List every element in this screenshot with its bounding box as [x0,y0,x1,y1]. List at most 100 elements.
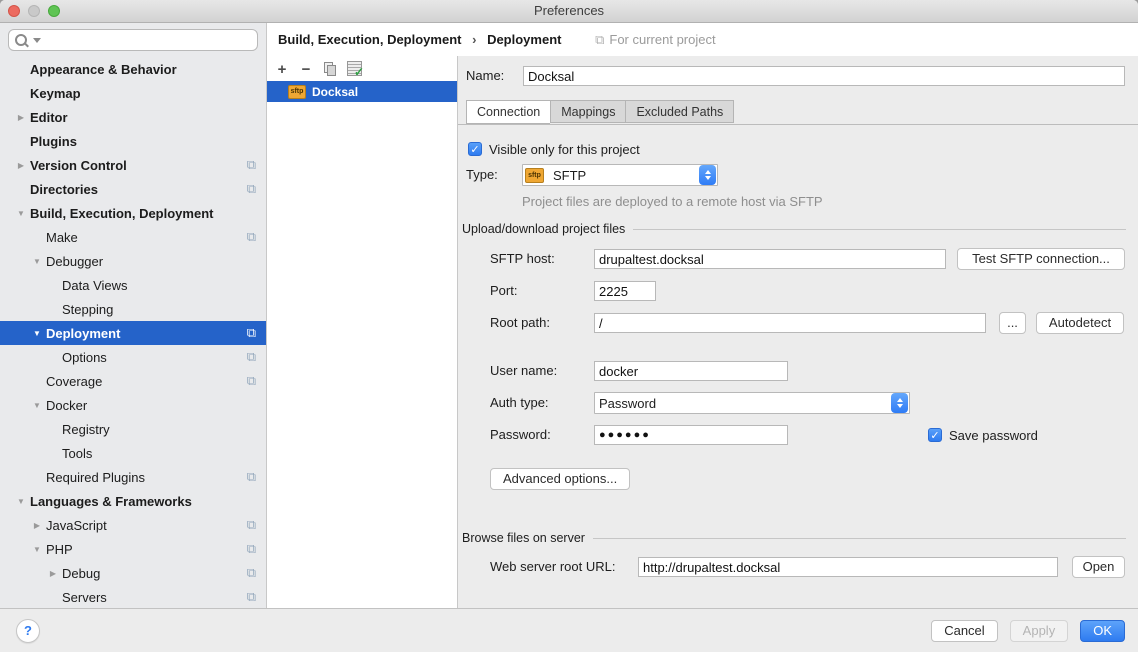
sidebar-item-label: Keymap [30,86,256,101]
test-sftp-connection-button[interactable]: Test SFTP connection... [957,248,1125,270]
password-input[interactable] [594,425,788,445]
copy-server-button[interactable] [323,62,337,79]
sidebar-item-label: Plugins [30,134,256,149]
chevron-right-icon[interactable]: ▶ [44,569,62,578]
sidebar-item-build-execution-deployment[interactable]: ▼Build, Execution, Deployment [0,201,266,225]
web-root-input[interactable] [638,557,1058,577]
browse-section-header: Browse files on server [462,530,1126,546]
sidebar-item-editor[interactable]: ▶Editor [0,105,266,129]
save-password-checkbox[interactable]: ✓ [928,428,942,442]
chevron-down-icon[interactable]: ▼ [12,497,30,506]
web-root-label: Web server root URL: [490,556,615,578]
project-level-icon: ⧉ [247,181,256,197]
sidebar-item-tools[interactable]: Tools [0,441,266,465]
sidebar-item-docker[interactable]: ▼Docker [0,393,266,417]
chevron-down-icon[interactable]: ▼ [12,209,30,218]
sftp-icon: sftp [288,85,306,99]
ok-button[interactable]: OK [1080,620,1125,642]
sidebar-item-label: Appearance & Behavior [30,62,256,77]
chevron-right-icon[interactable]: ▶ [28,521,46,530]
open-url-button[interactable]: Open [1072,556,1125,578]
sidebar-item-required-plugins[interactable]: Required Plugins⧉ [0,465,266,489]
sidebar-item-php[interactable]: ▼PHP⧉ [0,537,266,561]
chevron-down-icon[interactable]: ▼ [28,257,46,266]
cancel-button[interactable]: Cancel [931,620,997,642]
auth-type-select[interactable]: Password [594,392,910,414]
chevron-down-icon[interactable]: ▼ [28,329,46,338]
server-list-panel: + − sftpDocksal [267,56,458,608]
sidebar-item-registry[interactable]: Registry [0,417,266,441]
browse-root-path-button[interactable]: ... [999,312,1026,334]
project-level-icon: ⧉ [247,469,256,485]
type-selected-value: SFTP [549,168,699,183]
preferences-window: Preferences Appearance & Behavior Keymap ▶… [0,0,1138,652]
type-label: Type: [466,164,498,186]
breadcrumb-section[interactable]: Build, Execution, Deployment [278,32,461,47]
port-input[interactable] [594,281,656,301]
sidebar-item-directories[interactable]: Directories ⧉ [0,177,266,201]
sidebar-item-debugger[interactable]: ▼Debugger [0,249,266,273]
zoom-window-button[interactable] [48,5,60,17]
sidebar-item-servers[interactable]: Servers⧉ [0,585,266,608]
auth-type-label: Auth type: [490,392,549,414]
search-options-chevron-icon[interactable] [33,38,41,43]
user-name-input[interactable] [594,361,788,381]
sidebar-item-stepping[interactable]: Stepping [0,297,266,321]
sidebar-item-label: Deployment [46,326,241,341]
chevron-right-icon[interactable]: ▶ [12,161,30,170]
sidebar-item-data-views[interactable]: Data Views [0,273,266,297]
sidebar-item-javascript[interactable]: ▶JavaScript ⧉ [0,513,266,537]
breadcrumb-page: Deployment [487,32,561,47]
autodetect-button[interactable]: Autodetect [1036,312,1124,334]
name-label: Name: [466,65,504,87]
project-level-icon: ⧉ [247,517,256,533]
name-input[interactable] [523,66,1125,86]
chevron-down-icon[interactable]: ▼ [28,545,46,554]
use-as-default-button[interactable] [347,61,362,79]
add-server-button[interactable]: + [275,63,289,77]
sidebar-item-label: Stepping [62,302,256,317]
sidebar-item-label: Version Control [30,158,241,173]
apply-button[interactable]: Apply [1010,620,1069,642]
sidebar-item-appearance-behavior[interactable]: Appearance & Behavior [0,57,266,81]
sidebar-item-deployment[interactable]: ▼Deployment⧉ [0,321,266,345]
help-button[interactable]: ? [16,619,40,643]
server-list-item-docksal[interactable]: sftpDocksal [267,81,457,102]
titlebar[interactable]: Preferences [0,0,1138,23]
visible-only-checkbox[interactable]: ✓ [468,142,482,156]
save-password-row: ✓ Save password [928,424,1038,446]
sidebar-item-label: Data Views [62,278,256,293]
breadcrumb-separator-icon: › [472,32,476,47]
type-select[interactable]: sftp SFTP [522,164,718,186]
settings-search-input[interactable] [8,29,258,51]
sidebar-item-version-control[interactable]: ▶Version Control⧉ [0,153,266,177]
sidebar-item-debug[interactable]: ▶Debug⧉ [0,561,266,585]
sidebar-item-label: Directories [30,182,241,197]
minimize-window-button[interactable] [28,5,40,17]
sidebar-item-keymap[interactable]: Keymap [0,81,266,105]
sidebar-item-label: JavaScript [46,518,241,533]
sidebar-item-options[interactable]: Options⧉ [0,345,266,369]
tab-connection[interactable]: Connection [466,100,550,124]
tab-mappings[interactable]: Mappings [550,100,625,123]
tab-excluded-paths[interactable]: Excluded Paths [625,100,734,123]
close-window-button[interactable] [8,5,20,17]
sftp-host-input[interactable] [594,249,946,269]
user-name-label: User name: [490,360,557,382]
sftp-icon: sftp [525,168,544,183]
remove-server-button[interactable]: − [299,63,313,77]
project-level-icon: ⧉ [247,349,256,365]
sidebar-item-languages-frameworks[interactable]: ▼Languages & Frameworks [0,489,266,513]
project-level-icon: ⧉ [247,589,256,605]
sidebar-item-coverage[interactable]: Coverage⧉ [0,369,266,393]
chevron-down-icon[interactable]: ▼ [28,401,46,410]
project-level-icon: ⧉ [247,373,256,389]
sidebar-item-plugins[interactable]: Plugins [0,129,266,153]
advanced-options-button[interactable]: Advanced options... [490,468,630,490]
sidebar-item-make[interactable]: Make⧉ [0,225,266,249]
root-path-input[interactable] [594,313,986,333]
chevron-right-icon[interactable]: ▶ [12,113,30,122]
settings-tree: Appearance & Behavior Keymap ▶Editor Plugin… [0,57,266,608]
sidebar-item-label: Debug [62,566,241,581]
sidebar-item-label: Docker [46,398,256,413]
